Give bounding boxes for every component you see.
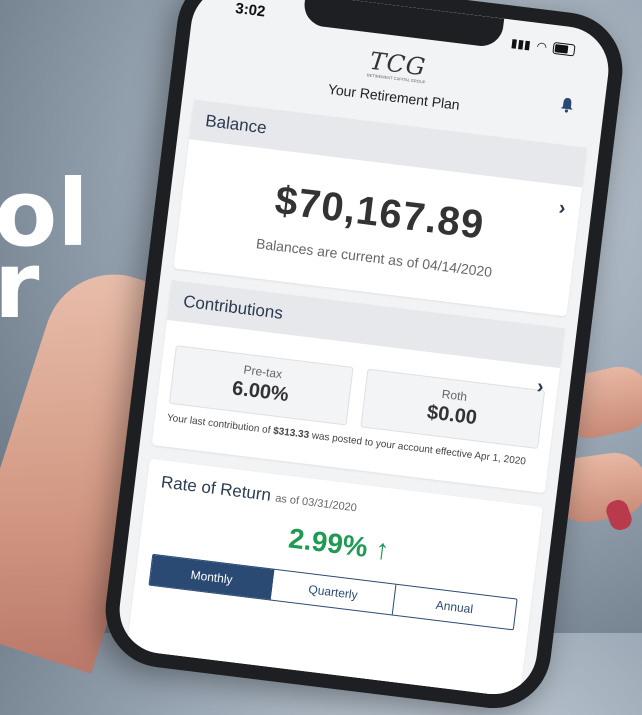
signal-icon: ▮▮▮ (510, 35, 532, 53)
tab-monthly[interactable]: Monthly (149, 554, 275, 600)
status-icons: ▮▮▮ ◠ (510, 36, 576, 58)
phone: 3:02 ▮▮▮ ◠ TCG RETIREMENT CAPITAL GROUP … (0, 0, 642, 715)
balance-card[interactable]: Balance › $70,167.89 Balances are curren… (173, 99, 588, 317)
note-amount: $313.33 (272, 425, 310, 441)
tab-annual[interactable]: Annual (392, 585, 516, 630)
arrow-up-icon: ↑ (373, 533, 392, 566)
bell-icon[interactable] (559, 96, 575, 114)
phone-screen: 3:02 ▮▮▮ ◠ TCG RETIREMENT CAPITAL GROUP … (114, 0, 614, 700)
tab-quarterly[interactable]: Quarterly (270, 569, 397, 615)
contributions-card[interactable]: Contributions › Pre-tax 6.00% Roth $0.00… (151, 280, 565, 494)
ror-as-of: as of 03/31/2020 (274, 492, 358, 515)
phone-frame: 3:02 ▮▮▮ ◠ TCG RETIREMENT CAPITAL GROUP … (99, 0, 629, 715)
note-prefix: Your last contribution of (166, 412, 274, 437)
ror-title: Rate of Return (160, 472, 273, 505)
wifi-icon: ◠ (535, 38, 548, 55)
battery-icon (552, 41, 576, 57)
status-time: 3:02 (234, 0, 267, 21)
rate-of-return-card: Rate of Return as of 03/31/2020 2.99% ↑ … (125, 458, 543, 700)
